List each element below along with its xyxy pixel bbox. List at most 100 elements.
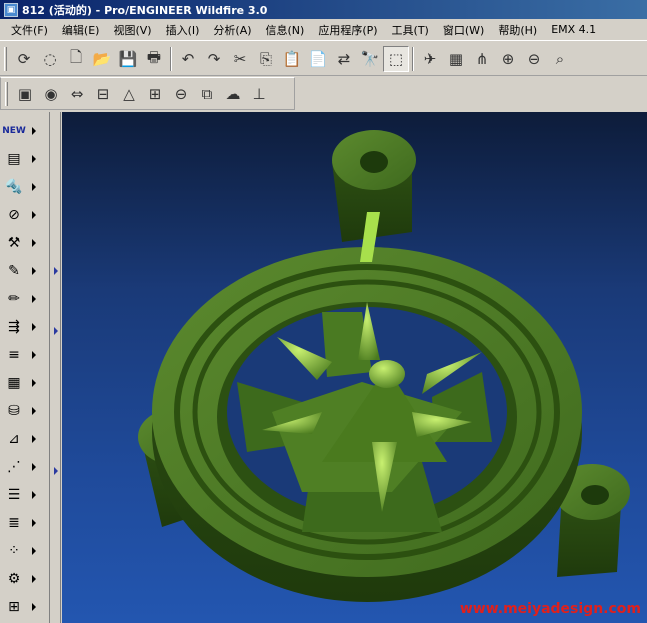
flyout-arrow-icon[interactable] bbox=[32, 519, 36, 527]
grid-button[interactable]: ⊞ bbox=[142, 81, 168, 107]
pencil-button[interactable]: ✏ bbox=[2, 286, 42, 312]
gear-button[interactable]: ⚙ bbox=[2, 566, 42, 592]
mold-layout-button[interactable]: ▣ bbox=[12, 81, 38, 107]
color-appearance-button[interactable]: ◉ bbox=[38, 81, 64, 107]
zoom-out-button[interactable]: ⊖ bbox=[521, 46, 547, 72]
flyout-arrow-icon[interactable] bbox=[32, 155, 36, 163]
bolt-button[interactable]: ⚒ bbox=[2, 230, 42, 256]
refit-icon: ⌕ bbox=[555, 50, 565, 68]
menu-item[interactable]: 应用程序(P) bbox=[311, 22, 384, 38]
grid-plate-button[interactable]: ▦ bbox=[2, 370, 42, 396]
screw-button[interactable]: 🔩 bbox=[2, 174, 42, 200]
repaint-button[interactable]: ▦ bbox=[443, 46, 469, 72]
menu-item[interactable]: 编辑(E) bbox=[55, 22, 107, 38]
flyout-arrow-icon[interactable] bbox=[32, 183, 36, 191]
list-button[interactable]: ≣ bbox=[2, 510, 42, 536]
menu-item[interactable]: 视图(V) bbox=[106, 22, 158, 38]
ejector-pin-button[interactable]: ⊘ bbox=[2, 202, 42, 228]
database-button[interactable]: ⛁ bbox=[2, 398, 42, 424]
flyout-arrow-icon[interactable] bbox=[32, 323, 36, 331]
ejector-button[interactable]: ⊥ bbox=[246, 81, 272, 107]
paste-button[interactable]: 📋 bbox=[279, 46, 305, 72]
angle-button[interactable]: ⊿ bbox=[2, 426, 42, 452]
new-file-button[interactable]: 🗋 bbox=[63, 46, 89, 72]
color-appearance-icon: ◉ bbox=[44, 84, 58, 103]
menu-item[interactable]: 文件(F) bbox=[4, 22, 55, 38]
relations-icon: ⇄ bbox=[337, 50, 351, 68]
pencil-icon: ✏ bbox=[8, 291, 20, 307]
menu-item[interactable]: 工具(T) bbox=[385, 22, 436, 38]
flyout-arrow-icon[interactable] bbox=[32, 267, 36, 275]
flyout-arrow-icon[interactable] bbox=[32, 575, 36, 583]
dimension-button[interactable]: ⇔ bbox=[64, 81, 90, 107]
flyout-arrow-icon[interactable] bbox=[32, 211, 36, 219]
menu-item[interactable]: 分析(A) bbox=[206, 22, 258, 38]
flyout-arrow-icon[interactable] bbox=[32, 491, 36, 499]
flyout-arrow-icon[interactable] bbox=[32, 603, 36, 611]
menu-item[interactable]: 插入(I) bbox=[159, 22, 207, 38]
flyout-arrow-icon[interactable] bbox=[32, 127, 36, 135]
triangle-icon: △ bbox=[123, 84, 135, 103]
redo-button[interactable]: ↷ bbox=[201, 46, 227, 72]
open-folder-button[interactable]: 📂 bbox=[89, 46, 115, 72]
flyout-arrow-icon[interactable] bbox=[32, 379, 36, 387]
mold-layout-icon: ▣ bbox=[17, 84, 33, 103]
refit-button[interactable]: ⌕ bbox=[547, 46, 573, 72]
cut-icon: ✂ bbox=[233, 50, 247, 68]
print-button[interactable]: 🖶 bbox=[141, 46, 167, 72]
menu-item[interactable]: EMX 4.1 bbox=[544, 23, 603, 36]
mold-base-button[interactable]: ▤ bbox=[2, 146, 42, 172]
save-button[interactable]: 💾 bbox=[115, 46, 141, 72]
zoom-in-button[interactable]: ⊕ bbox=[495, 46, 521, 72]
panel-splitter[interactable] bbox=[51, 112, 61, 623]
menu-item[interactable]: 帮助(H) bbox=[491, 22, 544, 38]
menu-item[interactable]: 窗口(W) bbox=[436, 22, 491, 38]
orient-icon: ⋔ bbox=[475, 50, 489, 68]
plate-icon: ⊟ bbox=[96, 84, 110, 103]
add-component-button[interactable]: ⊞ bbox=[2, 594, 42, 620]
paste-special-button[interactable]: 📄 bbox=[305, 46, 331, 72]
flyout-arrow-icon[interactable] bbox=[32, 463, 36, 471]
plate-button[interactable]: ⊟ bbox=[90, 81, 116, 107]
splitter-arrow-icon bbox=[54, 327, 58, 335]
flyout-arrow-icon[interactable] bbox=[32, 407, 36, 415]
graphics-viewport[interactable]: www.meiyadesign.com bbox=[62, 112, 647, 623]
flyout-arrow-icon[interactable] bbox=[32, 239, 36, 247]
component-button[interactable]: ⧉ bbox=[194, 81, 220, 107]
title-bar: ▣ 812 (活动的) - Pro/ENGINEER Wildfire 3.0 bbox=[0, 0, 647, 19]
undo-button[interactable]: ↶ bbox=[175, 46, 201, 72]
sprue-button[interactable]: ✎ bbox=[2, 258, 42, 284]
flyout-arrow-icon[interactable] bbox=[32, 547, 36, 555]
find-button[interactable]: 🔭 bbox=[357, 46, 383, 72]
find-icon: 🔭 bbox=[360, 50, 380, 68]
copy-icon: ⎘ bbox=[259, 50, 272, 68]
cloud-button[interactable]: ☁ bbox=[220, 81, 246, 107]
gear-icon: ⚙ bbox=[7, 571, 21, 587]
toolbar-grip[interactable] bbox=[5, 81, 8, 106]
slider-button[interactable]: ⇶ bbox=[2, 314, 42, 340]
cut-button[interactable]: ✂ bbox=[227, 46, 253, 72]
relations-button[interactable]: ⇄ bbox=[331, 46, 357, 72]
stack-button[interactable]: ☰ bbox=[2, 482, 42, 508]
orient-button[interactable]: ⋔ bbox=[469, 46, 495, 72]
flyout-arrow-icon[interactable] bbox=[32, 295, 36, 303]
copy-button[interactable]: ⎘ bbox=[253, 46, 279, 72]
mold-model-view bbox=[138, 130, 630, 602]
select-box-button[interactable]: ⬚ bbox=[383, 46, 409, 72]
flyout-arrow-icon[interactable] bbox=[32, 435, 36, 443]
points-icon: ⁘ bbox=[8, 543, 20, 559]
menu-item[interactable]: 信息(N) bbox=[259, 22, 312, 38]
circle-line-button[interactable]: ⊖ bbox=[168, 81, 194, 107]
toolbar-grip[interactable] bbox=[4, 47, 7, 71]
cooling-button[interactable]: ≡ bbox=[2, 342, 42, 368]
regenerate-button[interactable]: ⟳ bbox=[11, 46, 37, 72]
triangle-button[interactable]: △ bbox=[116, 81, 142, 107]
regenerate-icon: ⟳ bbox=[17, 50, 31, 68]
cut-line-button[interactable]: ⋰ bbox=[2, 454, 42, 480]
menu-bar: 文件(F) 编辑(E) 视图(V) 插入(I) 分析(A) 信息(N) 应用程序(P) 工具(… bbox=[0, 19, 647, 41]
points-button[interactable]: ⁘ bbox=[2, 538, 42, 564]
new-mold-button[interactable]: NEW bbox=[2, 118, 42, 144]
erase-button[interactable]: ◌ bbox=[37, 46, 63, 72]
spin-center-button[interactable]: ✈ bbox=[417, 46, 443, 72]
flyout-arrow-icon[interactable] bbox=[32, 351, 36, 359]
